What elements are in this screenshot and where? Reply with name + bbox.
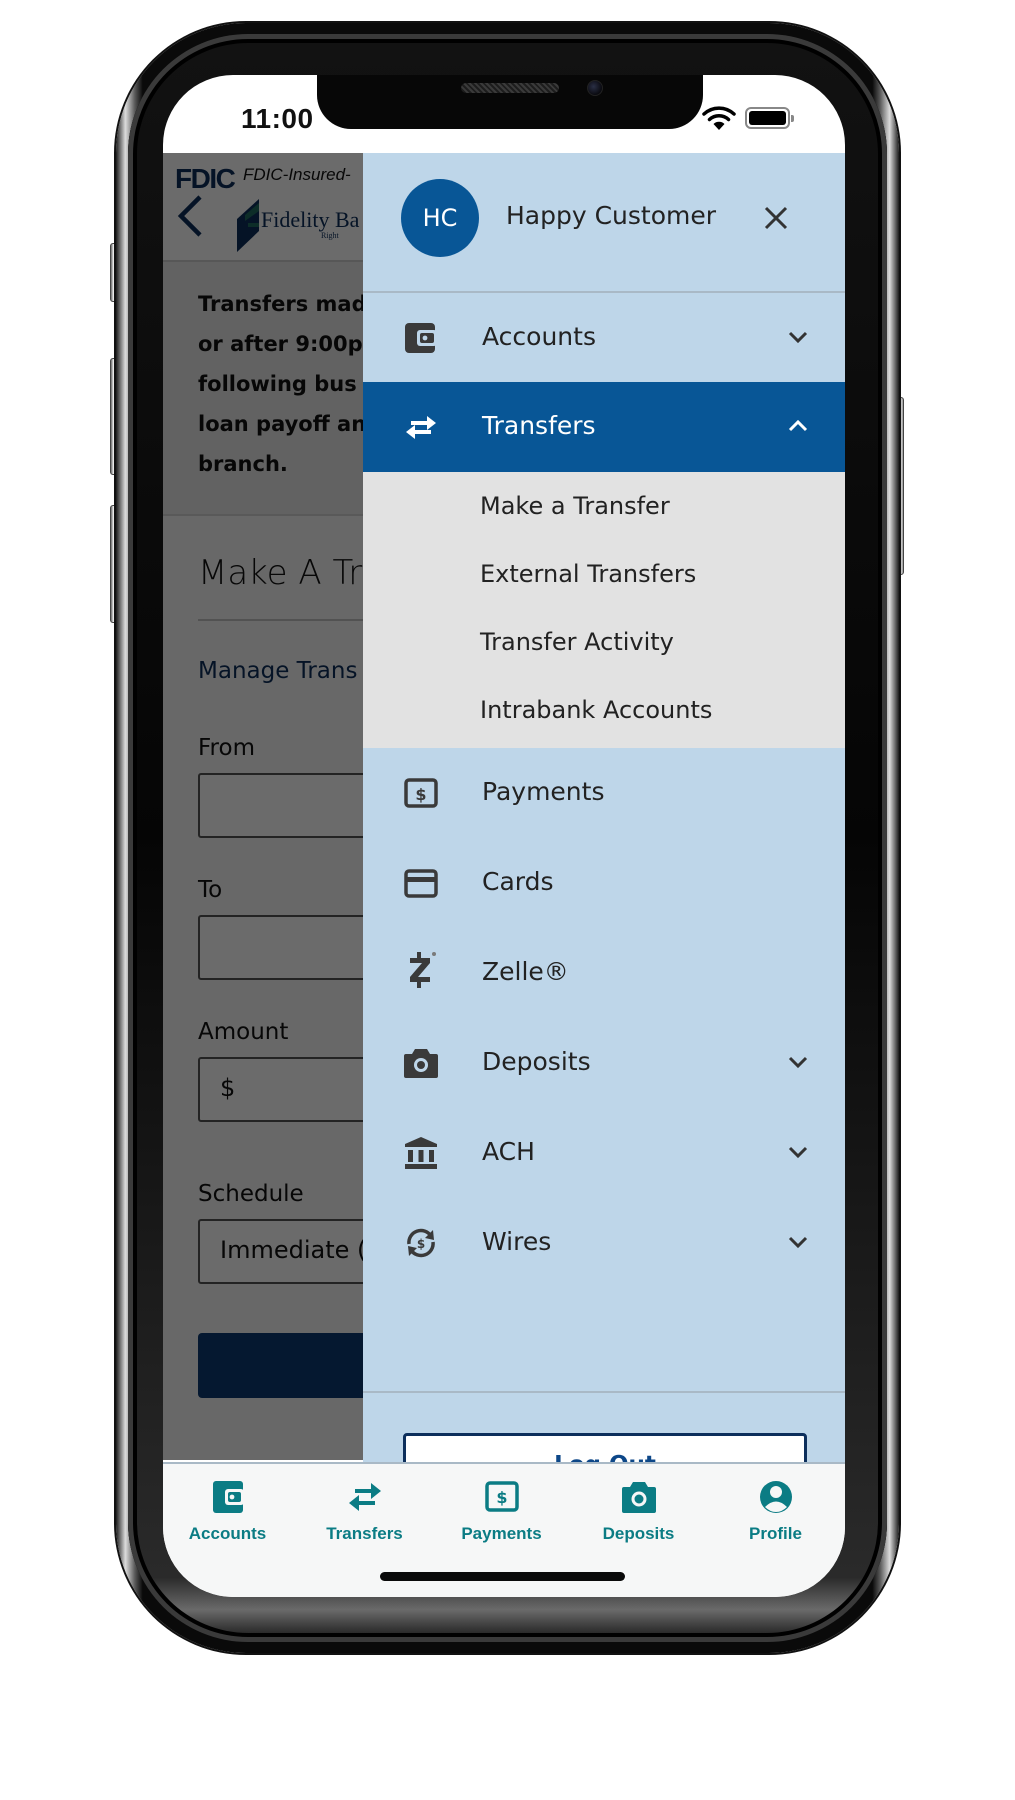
camera-icon: [621, 1482, 656, 1513]
nav-label: Accounts: [188, 1524, 267, 1543]
avatar: HC: [401, 179, 479, 257]
menu-label: Deposits: [482, 1047, 591, 1076]
svg-text:$: $: [417, 1237, 425, 1251]
dollar-bill-icon: $: [404, 778, 438, 808]
menu-item-cards[interactable]: Cards: [363, 838, 845, 928]
dollar-bill-icon: $: [484, 1481, 519, 1512]
navigation-drawer: HC Happy Customer Accounts Transfers Mak…: [363, 153, 845, 1496]
wallet-icon: [212, 1481, 244, 1513]
phone-screen: 11:00 FDIC FDIC-Insured- Fidelity Ba Rig…: [163, 75, 845, 1597]
chevron-down-icon: [788, 331, 808, 344]
submenu-label: Make a Transfer: [480, 492, 670, 520]
chevron-up-icon: [788, 419, 808, 432]
menu-label: Zelle®: [482, 957, 569, 986]
menu-item-ach[interactable]: ACH: [363, 1108, 845, 1198]
submenu-item-transfer-activity[interactable]: Transfer Activity: [363, 608, 845, 676]
wifi-icon: [702, 106, 736, 130]
zelle-icon: [410, 952, 436, 988]
camera-icon: [404, 1049, 438, 1078]
front-camera: [587, 80, 603, 96]
menu-item-payments[interactable]: $ Payments: [363, 748, 845, 838]
submenu-item-external-transfers[interactable]: External Transfers: [363, 540, 845, 608]
chevron-down-icon: [788, 1146, 808, 1159]
menu-item-deposits[interactable]: Deposits: [363, 1018, 845, 1108]
status-time: 11:00: [241, 103, 314, 134]
nav-label: Deposits: [602, 1524, 675, 1543]
svg-text:$: $: [415, 785, 426, 804]
battery-full-icon: [745, 107, 794, 129]
wallet-icon: [405, 323, 437, 353]
submenu-label: Intrabank Accounts: [480, 696, 713, 724]
menu-label: Cards: [482, 867, 554, 896]
drawer-header: HC Happy Customer: [363, 153, 845, 293]
user-circle-icon: [759, 1481, 792, 1513]
menu-item-transfers[interactable]: Transfers: [363, 382, 845, 472]
speaker-grille: [461, 83, 559, 93]
chevron-down-icon: [788, 1236, 808, 1249]
nav-label: Payments: [461, 1524, 542, 1543]
svg-text:$: $: [496, 1488, 507, 1507]
nav-accounts[interactable]: Accounts: [163, 1464, 296, 1564]
menu-label: Wires: [482, 1227, 552, 1256]
submenu-item-intrabank-accounts[interactable]: Intrabank Accounts: [363, 676, 845, 744]
chevron-down-icon: [788, 1056, 808, 1069]
menu-item-wires[interactable]: $ Wires: [363, 1198, 845, 1288]
divider: [363, 1391, 845, 1393]
menu-item-zelle[interactable]: Zelle®: [363, 928, 845, 1018]
nav-label: Transfers: [326, 1524, 403, 1543]
submenu-item-make-a-transfer[interactable]: Make a Transfer: [363, 472, 845, 540]
home-indicator[interactable]: [380, 1572, 625, 1581]
submenu-label: External Transfers: [480, 560, 697, 588]
credit-card-icon: [404, 869, 438, 898]
nav-payments[interactable]: $ Payments: [433, 1464, 570, 1564]
menu-item-accounts[interactable]: Accounts: [363, 293, 845, 383]
nav-deposits[interactable]: Deposits: [570, 1464, 707, 1564]
transfers-submenu: Make a Transfer External Transfers Trans…: [363, 472, 845, 748]
nav-label: Profile: [749, 1524, 802, 1543]
menu-label: Accounts: [482, 322, 596, 351]
transfer-arrows-icon: [406, 416, 436, 439]
wire-transfer-icon: $: [407, 1228, 435, 1258]
bank-icon: [405, 1137, 437, 1169]
transfer-arrows-icon: [348, 1483, 381, 1511]
nav-transfers[interactable]: Transfers: [296, 1464, 433, 1564]
user-name: Happy Customer: [506, 201, 717, 230]
close-icon[interactable]: [761, 203, 791, 233]
menu-label: Payments: [482, 777, 605, 806]
nav-profile[interactable]: Profile: [707, 1464, 844, 1564]
submenu-label: Transfer Activity: [480, 628, 674, 656]
menu-label: Transfers: [482, 411, 596, 440]
menu-label: ACH: [482, 1137, 535, 1166]
